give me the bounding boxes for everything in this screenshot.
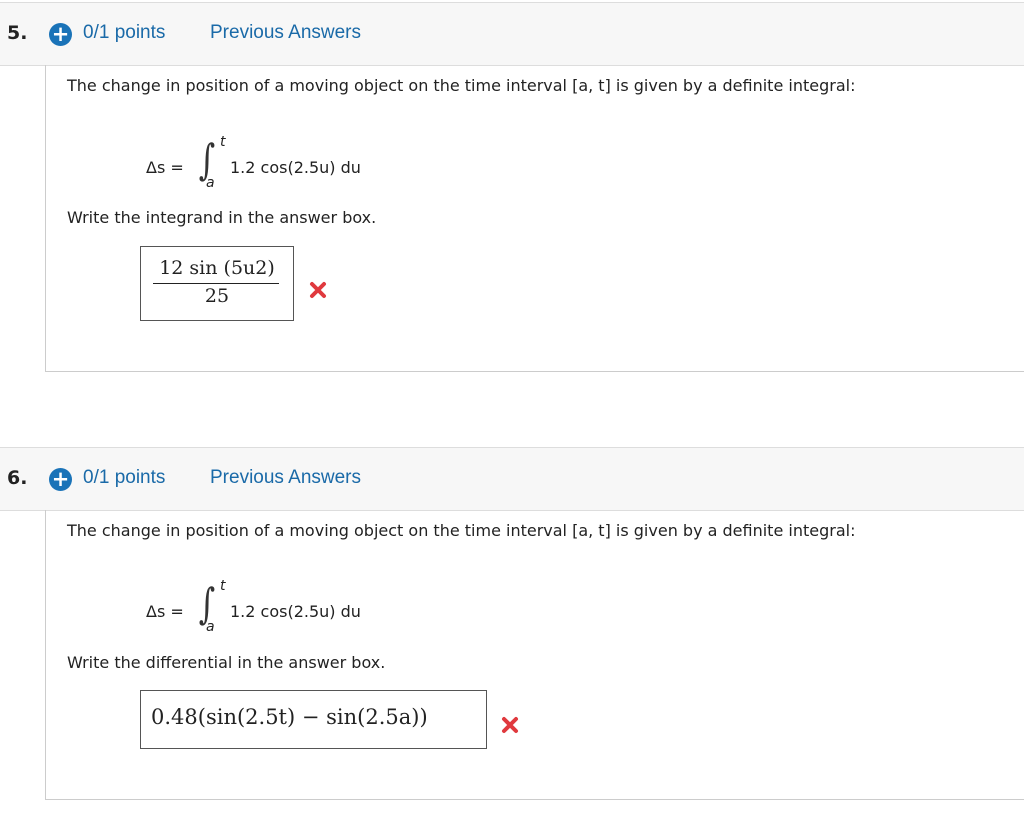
question-body: The change in position of a moving objec… [45,510,1024,800]
answer-denominator: 25 [204,285,230,307]
question-prompt: The change in position of a moving objec… [67,76,856,95]
incorrect-x-icon [310,282,326,298]
question-header: 6. + 0/1 points Previous Answers [0,447,1024,511]
answer-numerator: 12 sin (5u2) [159,257,275,279]
formula-integrand: 1.2 cos(2.5u) du [230,602,361,621]
previous-answers-link[interactable]: Previous Answers [210,467,361,489]
answer-box[interactable]: 0.48(sin(2.5t) − sin(2.5a)) [140,690,487,749]
formula-lhs: Δs = [146,158,184,177]
incorrect-x-icon [502,717,518,733]
plus-circle-icon[interactable]: + [49,23,72,46]
formula-lhs: Δs = [146,602,184,621]
formula-integrand: 1.2 cos(2.5u) du [230,158,361,177]
question-header: 5. + 0/1 points Previous Answers [0,2,1024,66]
question-instruction: Write the differential in the answer box… [67,653,386,672]
question-5: 5. + 0/1 points Previous Answers The cha… [0,0,1024,372]
upper-limit: t [220,578,226,594]
previous-answers-link[interactable]: Previous Answers [210,22,361,44]
question-number: 6. [7,467,28,489]
points-link[interactable]: 0/1 points [83,467,165,489]
answer-expression: 0.48(sin(2.5t) − sin(2.5a)) [151,705,428,729]
fraction-bar [153,283,279,284]
lower-limit: a [206,175,215,191]
question-instruction: Write the integrand in the answer box. [67,208,377,227]
question-number: 5. [7,22,28,44]
points-link[interactable]: 0/1 points [83,22,165,44]
plus-circle-icon[interactable]: + [49,468,72,491]
answer-box[interactable]: 12 sin (5u2) 25 [140,246,294,321]
question-6: 6. + 0/1 points Previous Answers The cha… [0,445,1024,800]
lower-limit: a [206,619,215,635]
question-body: The change in position of a moving objec… [45,65,1024,372]
upper-limit: t [220,134,226,150]
question-prompt: The change in position of a moving objec… [67,521,856,540]
